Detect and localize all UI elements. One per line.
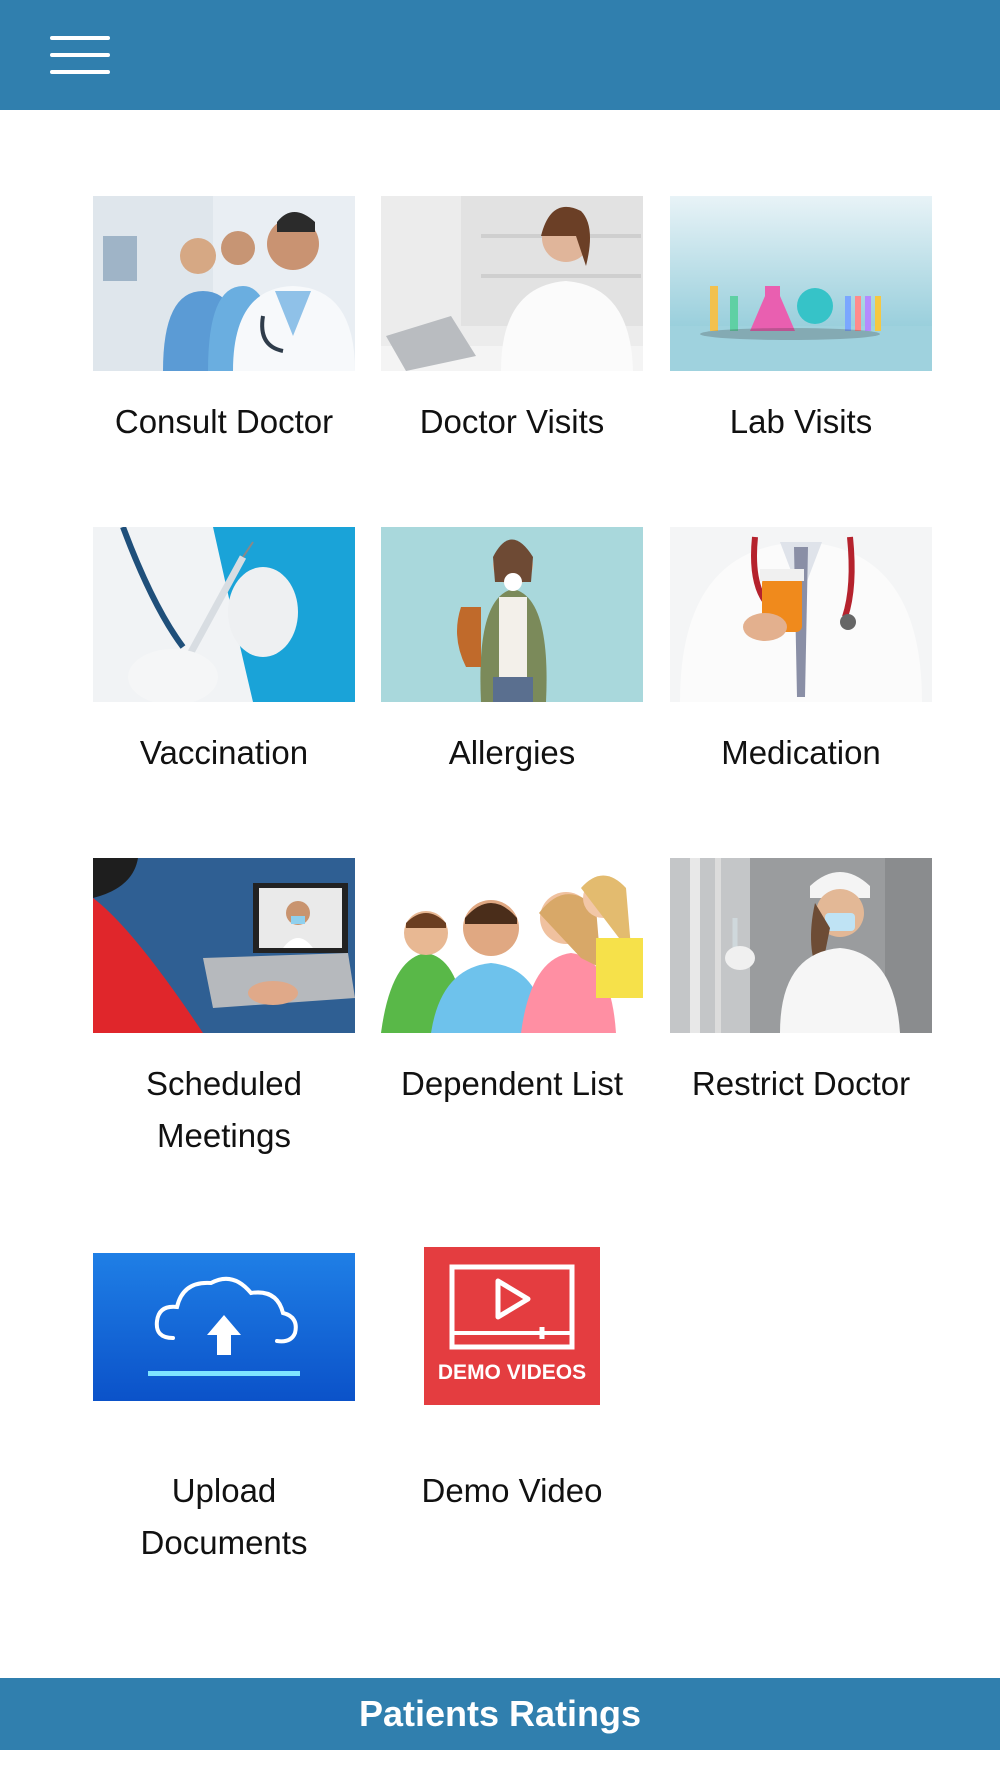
tile-label: Lab Visits [729, 403, 873, 440]
vaccine-syringe-photo [93, 527, 355, 702]
demo-videos-icon: DEMO VIDEOS [424, 1247, 600, 1405]
video-call-laptop-photo [93, 858, 355, 1033]
woman-sneezing-photo [381, 527, 643, 702]
tile-label: Restrict Doctor [691, 1065, 911, 1102]
tile-label: Consult Doctor [114, 403, 334, 440]
tile-label: Vaccination [139, 734, 309, 771]
demo-videos-text: DEMO VIDEOS [437, 1361, 587, 1384]
tile-label: Scheduled Meetings [146, 1065, 302, 1154]
tile-label: Allergies [448, 734, 576, 771]
top-app-bar [0, 0, 1000, 110]
tile-label: Doctor Visits [419, 403, 605, 440]
family-photo [381, 858, 643, 1033]
tile-label: Demo Video [421, 1472, 603, 1509]
masked-nurse-photo [670, 858, 932, 1033]
doctors-team-photo [93, 196, 355, 371]
patients-ratings-label: Patients Ratings [358, 1693, 642, 1734]
lab-glassware-photo [670, 196, 932, 371]
patients-ratings-button[interactable]: Patients Ratings [0, 1678, 1000, 1750]
cloud-upload-icon [93, 1253, 355, 1401]
doctor-holding-pills-photo [670, 527, 932, 702]
tile-label: Medication [721, 734, 881, 771]
tile-label: Upload Documents [140, 1472, 308, 1561]
doctor-on-phone-photo [381, 196, 643, 371]
hamburger-menu-icon[interactable] [50, 36, 110, 74]
tile-label: Dependent List [401, 1065, 623, 1102]
